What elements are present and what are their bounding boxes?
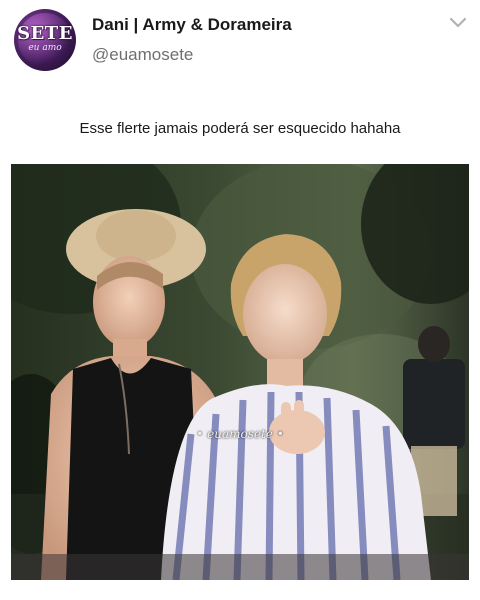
- tweet-card: SETE eu amo Dani | Army & Dorameira @eua…: [0, 0, 480, 600]
- avatar[interactable]: SETE eu amo: [14, 9, 76, 71]
- tweet-text: Esse flerte jamais poderá ser esquecido …: [79, 120, 401, 137]
- avatar-logo-text: SETE: [17, 23, 73, 44]
- author-handle[interactable]: @euamosete: [92, 45, 193, 65]
- media-image: [11, 164, 469, 580]
- tweet-media[interactable]: • euamosete •: [11, 164, 469, 580]
- tweet-header: SETE eu amo Dani | Army & Dorameira @eua…: [0, 0, 480, 80]
- chevron-down-icon[interactable]: [448, 16, 468, 30]
- author-display-name[interactable]: Dani | Army & Dorameira: [92, 15, 292, 35]
- media-watermark: • euamosete •: [196, 427, 284, 441]
- avatar-logo-subtext: eu amo: [28, 43, 62, 53]
